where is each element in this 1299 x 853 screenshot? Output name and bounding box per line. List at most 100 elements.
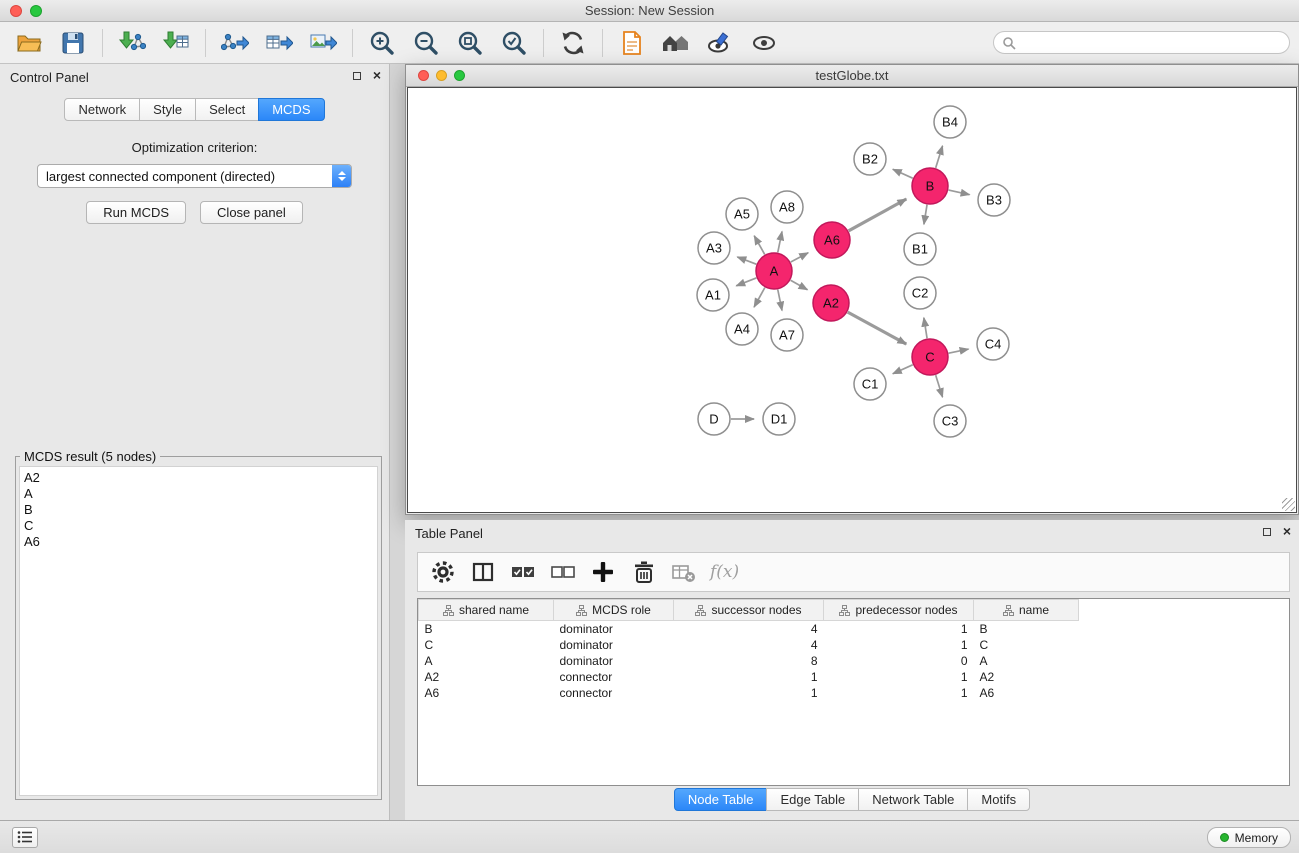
show-columns-button[interactable] (466, 556, 500, 588)
graph-edge-B-B2[interactable] (893, 169, 913, 178)
graph-node-A[interactable]: A (756, 253, 792, 289)
network-canvas[interactable]: B4B2BB3A5A8A6B1A3AC2A1A2A4A7C4CC1C3DD1 (407, 87, 1297, 513)
column-header-mcds-role[interactable]: MCDS role (554, 600, 674, 621)
memory-button[interactable]: Memory (1207, 827, 1291, 848)
import-network-button[interactable] (114, 26, 150, 60)
apply-layout-button[interactable] (555, 26, 591, 60)
zoom-fit-button[interactable] (452, 26, 488, 60)
export-network-button[interactable] (217, 26, 253, 60)
graph-edge-C-C2[interactable] (924, 318, 927, 339)
column-header-predecessor-nodes[interactable]: predecessor nodes (824, 600, 974, 621)
graph-node-C2[interactable]: C2 (904, 277, 936, 309)
float-control-panel-button[interactable] (351, 69, 364, 82)
open-session-button[interactable] (11, 26, 47, 60)
delete-column-button[interactable] (626, 556, 660, 588)
export-web-button[interactable] (614, 26, 650, 60)
graph-node-A4[interactable]: A4 (726, 313, 758, 345)
mcds-result-item[interactable]: C (24, 518, 377, 534)
column-header-shared-name[interactable]: shared name (419, 600, 554, 621)
float-table-panel-button[interactable] (1261, 525, 1274, 538)
export-table-button[interactable] (261, 26, 297, 60)
table-row[interactable]: Bdominator41B (419, 621, 1289, 637)
zoom-view-button[interactable] (454, 70, 465, 81)
tab-network[interactable]: Network (64, 98, 140, 121)
zoom-selected-button[interactable] (496, 26, 532, 60)
save-session-button[interactable] (55, 26, 91, 60)
graph-node-C3[interactable]: C3 (934, 405, 966, 437)
close-table-panel-button[interactable]: × (1283, 525, 1291, 538)
mcds-result-item[interactable]: A6 (24, 534, 377, 550)
tab-node-table[interactable]: Node Table (674, 788, 768, 811)
column-header-successor-nodes[interactable]: successor nodes (674, 600, 824, 621)
vizmap-button[interactable] (702, 26, 738, 60)
mcds-result-item[interactable]: B (24, 502, 377, 518)
graph-node-B2[interactable]: B2 (854, 143, 886, 175)
column-header-name[interactable]: name (974, 600, 1079, 621)
graph-edge-B-B3[interactable] (949, 190, 970, 195)
network-window-titlebar[interactable]: testGlobe.txt (406, 65, 1298, 87)
table-row[interactable]: Adominator80A (419, 653, 1289, 669)
table-settings-button[interactable] (426, 556, 460, 588)
import-table-button[interactable] (158, 26, 194, 60)
graph-node-A7[interactable]: A7 (771, 319, 803, 351)
mcds-result-item[interactable]: A (24, 486, 377, 502)
zoom-in-button[interactable] (364, 26, 400, 60)
graph-node-A2[interactable]: A2 (813, 285, 849, 321)
graph-node-B1[interactable]: B1 (904, 233, 936, 265)
graph-node-B3[interactable]: B3 (978, 184, 1010, 216)
graph-node-D[interactable]: D (698, 403, 730, 435)
graph-node-A1[interactable]: A1 (697, 279, 729, 311)
graph-edge-C-C3[interactable] (936, 375, 943, 397)
table-row[interactable]: Cdominator41C (419, 637, 1289, 653)
tab-style[interactable]: Style (139, 98, 196, 121)
zoom-window-button[interactable] (30, 5, 42, 17)
graph-node-A3[interactable]: A3 (698, 232, 730, 264)
graph-edge-A-A8[interactable] (778, 231, 782, 252)
graph-edge-C-C4[interactable] (949, 349, 969, 353)
graph-node-A8[interactable]: A8 (771, 191, 803, 223)
graph-node-C[interactable]: C (912, 339, 948, 375)
delete-table-button[interactable] (666, 556, 700, 588)
tab-edge-table[interactable]: Edge Table (766, 788, 859, 811)
graph-node-B4[interactable]: B4 (934, 106, 966, 138)
tab-select[interactable]: Select (195, 98, 259, 121)
tab-motifs[interactable]: Motifs (967, 788, 1030, 811)
table-row[interactable]: A2connector11A2 (419, 669, 1289, 685)
close-view-button[interactable] (418, 70, 429, 81)
zoom-out-button[interactable] (408, 26, 444, 60)
graph-edge-A-A4[interactable] (754, 288, 765, 307)
add-column-button[interactable] (586, 556, 620, 588)
tab-network-table[interactable]: Network Table (858, 788, 968, 811)
graph-node-C1[interactable]: C1 (854, 368, 886, 400)
close-panel-button[interactable]: Close panel (200, 201, 303, 224)
graph-edge-A-A1[interactable] (736, 278, 756, 286)
close-control-panel-button[interactable]: × (373, 69, 381, 82)
home-button[interactable] (658, 26, 694, 60)
apply-function-button[interactable]: f(x) (706, 556, 743, 588)
minimize-view-button[interactable] (436, 70, 447, 81)
mcds-result-item[interactable]: A2 (24, 470, 377, 486)
close-window-button[interactable] (10, 5, 22, 17)
resize-grip[interactable] (1282, 498, 1295, 511)
graph-edge-A-A7[interactable] (778, 290, 782, 311)
graph-edge-C-C1[interactable] (893, 365, 913, 374)
graph-edge-A2-C[interactable] (848, 312, 907, 344)
graph-node-A6[interactable]: A6 (814, 222, 850, 258)
export-image-button[interactable] (305, 26, 341, 60)
graphics-details-button[interactable] (746, 26, 782, 60)
graph-edge-A-A2[interactable] (791, 280, 808, 289)
search-input[interactable] (1021, 34, 1281, 52)
graph-node-B[interactable]: B (912, 168, 948, 204)
tab-mcds[interactable]: MCDS (258, 98, 324, 121)
graph-edge-A6-B[interactable] (849, 199, 907, 231)
graph-node-D1[interactable]: D1 (763, 403, 795, 435)
optimization-criterion-select[interactable]: largest connected component (directed) (37, 164, 352, 188)
graph-edge-B-B1[interactable] (924, 205, 927, 225)
graph-edge-B-B4[interactable] (936, 146, 943, 168)
graph-edge-A-A3[interactable] (737, 257, 756, 264)
deselect-all-button[interactable] (546, 556, 580, 588)
table-row[interactable]: A6connector11A6 (419, 685, 1289, 701)
show-panels-button[interactable] (12, 827, 38, 848)
graph-node-C4[interactable]: C4 (977, 328, 1009, 360)
graph-edge-A-A6[interactable] (791, 253, 808, 262)
